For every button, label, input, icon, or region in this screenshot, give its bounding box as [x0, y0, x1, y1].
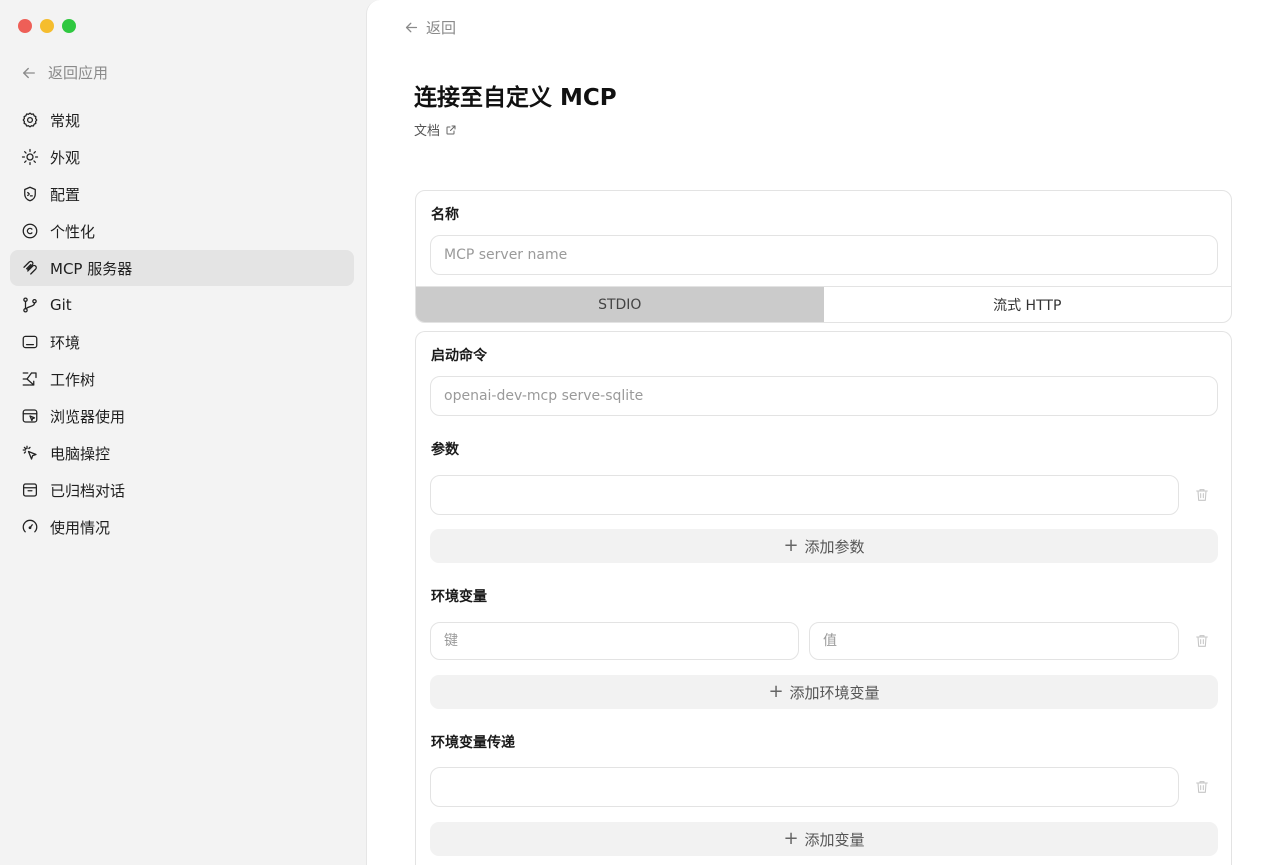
sidebar-item-label: 配置: [50, 185, 81, 204]
sidebar-item-label: MCP 服务器: [50, 259, 133, 278]
arg-input[interactable]: [430, 475, 1179, 515]
back-label: 返回: [426, 19, 457, 37]
delete-passthrough-button[interactable]: [1194, 779, 1210, 795]
command-label: 启动命令: [431, 348, 487, 364]
sidebar-item-general[interactable]: 常规: [10, 102, 354, 138]
sidebar-item-browser-use[interactable]: 浏览器使用: [10, 398, 354, 434]
sidebar-item-label: Git: [50, 296, 72, 314]
archive-icon: [20, 480, 40, 500]
name-label: 名称: [431, 207, 459, 223]
args-label: 参数: [431, 442, 459, 458]
env-passthrough-input[interactable]: [430, 767, 1179, 807]
sidebar-item-usage[interactable]: 使用情况: [10, 509, 354, 545]
delete-env-button[interactable]: [1194, 633, 1210, 649]
settings-nav: 常规 外观 配置 个性化 MCP 服务器 Git 环境 工作树 浏览器使用 电脑…: [10, 102, 354, 546]
gear-icon: [20, 110, 40, 130]
sidebar-item-label: 电脑操控: [50, 444, 111, 463]
sidebar-item-worktree[interactable]: 工作树: [10, 361, 354, 397]
sidebar-item-label: 个性化: [50, 222, 96, 241]
mcp-icon: [20, 258, 40, 278]
env-key-input[interactable]: [430, 622, 799, 660]
server-name-card: 名称 STDIO 流式 HTTP: [415, 190, 1232, 323]
zoom-window-button[interactable]: [62, 19, 76, 33]
trash-icon: [1196, 635, 1208, 647]
sidebar-item-label: 使用情况: [50, 518, 111, 537]
sidebar-item-archived-chats[interactable]: 已归档对话: [10, 472, 354, 508]
tab-stdio[interactable]: STDIO: [416, 287, 824, 322]
personalization-icon: [20, 221, 40, 241]
sidebar-item-label: 已归档对话: [50, 481, 126, 500]
page-title: 连接至自定义 MCP: [414, 85, 617, 111]
window-controls: [18, 19, 76, 33]
env-label: 环境变量: [431, 589, 487, 605]
worktree-icon: [20, 369, 40, 389]
sidebar-item-appearance[interactable]: 外观: [10, 139, 354, 175]
git-branch-icon: [20, 295, 40, 315]
add-passthrough-label: 添加变量: [804, 830, 865, 849]
sidebar-item-mcp-servers[interactable]: MCP 服务器: [10, 250, 354, 286]
minimize-window-button[interactable]: [40, 19, 54, 33]
cursor-click-icon: [20, 443, 40, 463]
shield-terminal-icon: [20, 184, 40, 204]
plus-icon: +: [783, 828, 799, 849]
docs-label: 文档: [414, 124, 441, 139]
add-arg-label: 添加参数: [804, 537, 865, 556]
delete-arg-button[interactable]: [1194, 487, 1210, 503]
sidebar-item-label: 工作树: [50, 370, 96, 389]
browser-icon: [20, 406, 40, 426]
sidebar-item-computer-control[interactable]: 电脑操控: [10, 435, 354, 471]
tab-streamable-http[interactable]: 流式 HTTP: [824, 287, 1232, 322]
stdio-config-card: 启动命令 参数 + 添加参数 环境变量 + 添加环境变量 环境变量传递 + 添加…: [415, 331, 1232, 865]
sidebar-item-label: 浏览器使用: [50, 407, 126, 426]
add-arg-button[interactable]: + 添加参数: [430, 529, 1218, 563]
add-passthrough-button[interactable]: + 添加变量: [430, 822, 1218, 856]
env-value-input[interactable]: [809, 622, 1179, 660]
sidebar-item-config[interactable]: 配置: [10, 176, 354, 212]
back-to-app-label: 返回应用: [48, 64, 109, 82]
sidebar-item-label: 外观: [50, 148, 81, 167]
env-passthrough-label: 环境变量传递: [431, 735, 515, 751]
plus-icon: +: [768, 681, 784, 702]
back-to-app-button[interactable]: 返回应用: [20, 62, 108, 83]
command-input[interactable]: [430, 376, 1218, 416]
main-panel: 返回 连接至自定义 MCP 文档 名称 STDIO 流式 HTTP 启动命令 参…: [366, 0, 1280, 865]
sidebar-item-personalization[interactable]: 个性化: [10, 213, 354, 249]
environment-icon: [20, 332, 40, 352]
add-env-button[interactable]: + 添加环境变量: [430, 675, 1218, 709]
gauge-icon: [20, 517, 40, 537]
trash-icon: [1196, 489, 1208, 501]
arrow-left-icon: [23, 67, 35, 78]
sidebar-item-environment[interactable]: 环境: [10, 324, 354, 360]
transport-selector: STDIO 流式 HTTP: [416, 286, 1232, 322]
sidebar-item-git[interactable]: Git: [10, 287, 354, 323]
sidebar-item-label: 常规: [50, 111, 81, 130]
sidebar: 返回应用 常规 外观 配置 个性化 MCP 服务器 Git 环境 工作树 浏览器…: [0, 0, 366, 865]
plus-icon: +: [783, 535, 799, 556]
docs-link[interactable]: 文档: [414, 120, 457, 139]
back-button[interactable]: 返回: [403, 17, 456, 38]
trash-icon: [1196, 781, 1208, 793]
external-link-icon: [446, 125, 456, 134]
arrow-left-icon: [405, 22, 418, 33]
add-env-label: 添加环境变量: [789, 683, 880, 702]
sun-icon: [20, 147, 40, 167]
sidebar-item-label: 环境: [50, 333, 81, 352]
server-name-input[interactable]: [430, 235, 1218, 275]
close-window-button[interactable]: [18, 19, 32, 33]
